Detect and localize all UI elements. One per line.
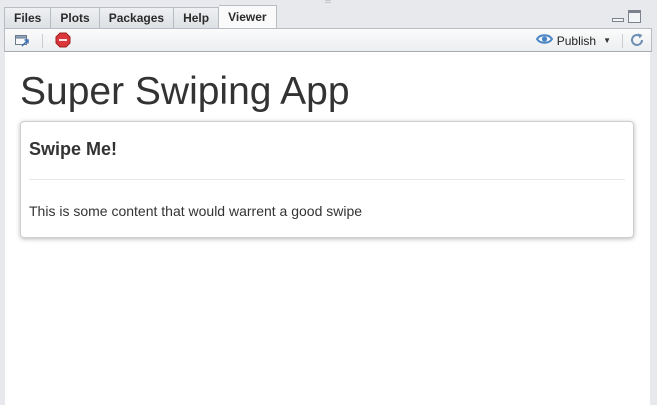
chevron-down-icon: ▼: [603, 36, 611, 45]
show-in-window-icon[interactable]: [13, 33, 31, 53]
publish-button[interactable]: Publish ▼: [535, 31, 611, 50]
card-divider: [29, 179, 625, 180]
pane-resize-grip[interactable]: ═: [323, 0, 333, 6]
tab-help[interactable]: Help: [174, 7, 220, 28]
card-title: Swipe Me!: [29, 139, 118, 159]
minimize-pane-button[interactable]: [612, 10, 625, 23]
tab-viewer[interactable]: Viewer: [219, 5, 277, 28]
tab-plots[interactable]: Plots: [51, 7, 100, 28]
publish-icon: [535, 33, 553, 48]
viewer-pane: ═ Files Plots Packages Help Viewer Publi…: [0, 0, 657, 405]
swipe-card[interactable]: Swipe Me! This is some content that woul…: [20, 121, 634, 238]
toolbar-separator: [42, 34, 43, 48]
stop-icon[interactable]: [55, 32, 71, 53]
card-body-text: This is some content that would warrent …: [29, 203, 363, 219]
publish-label: Publish: [556, 33, 597, 48]
refresh-icon[interactable]: [629, 32, 645, 53]
pane-window-controls: [612, 10, 641, 23]
toolbar-separator: [622, 34, 623, 48]
tab-packages[interactable]: Packages: [99, 7, 175, 28]
viewer-toolbar: Publish ▼: [4, 28, 652, 52]
viewer-content: Super Swiping App Swipe Me! This is some…: [5, 52, 650, 405]
maximize-pane-button[interactable]: [628, 10, 641, 23]
pane-tab-bar: Files Plots Packages Help Viewer: [4, 5, 277, 28]
page-title: Super Swiping App: [20, 70, 350, 113]
tab-files[interactable]: Files: [4, 7, 52, 28]
